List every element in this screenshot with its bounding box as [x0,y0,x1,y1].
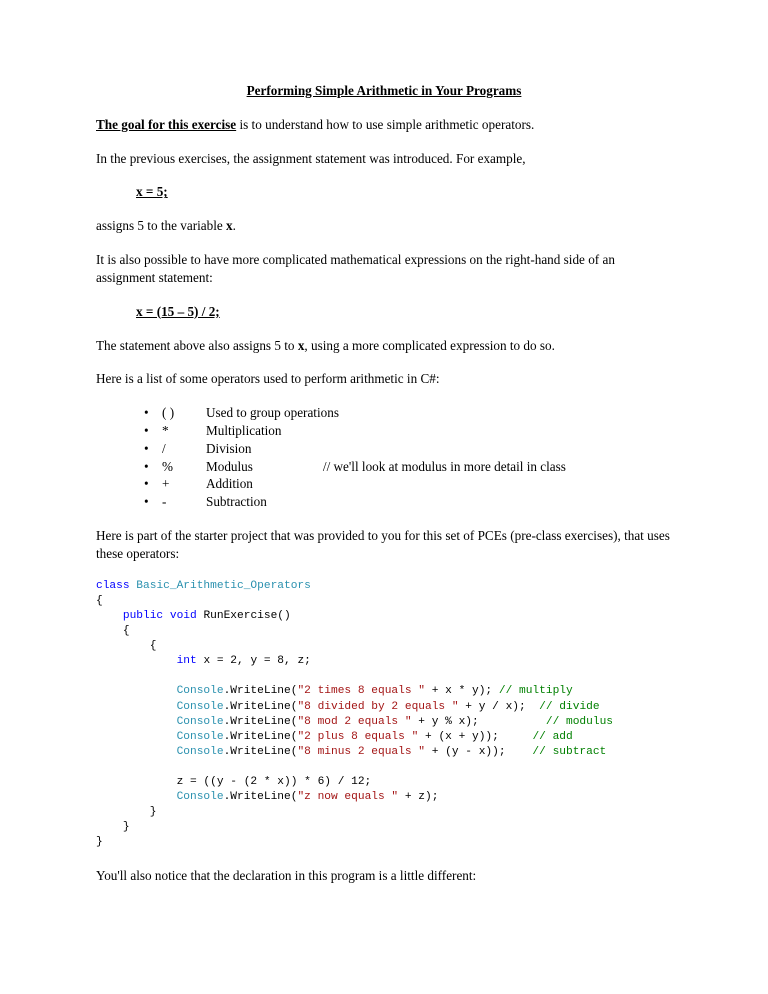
string: "2 times 8 equals " [297,685,425,697]
assigns-c: . [233,218,236,233]
comment: // multiply [499,685,573,697]
comment: // subtract [532,746,606,758]
goal-text: is to understand how to use simple arith… [236,117,534,132]
brace: { [150,640,157,652]
expr-tail: + (x + y)); [418,731,532,743]
comment: // add [532,731,572,743]
assigns-paragraph: assigns 5 to the variable x. [96,217,672,235]
bullet-icon: • [144,404,162,422]
bullet-icon: • [144,422,162,440]
page-title: Performing Simple Arithmetic in Your Pro… [96,82,672,100]
starter-intro: Here is part of the starter project that… [96,527,672,563]
op-desc: Modulus [206,458,253,476]
expr-intro-paragraph: It is also possible to have more complic… [96,251,672,287]
list-item: • / Division [144,440,672,458]
expr1: x = 5; [136,184,168,199]
brace: } [123,821,130,833]
op-desc: Multiplication [206,422,672,440]
code-block: class Basic_Arithmetic_Operators { publi… [96,579,672,851]
type-console: Console [177,685,224,697]
goal-label: The goal for this exercise [96,117,236,132]
kw-int: int [177,655,197,667]
list-item: • + Addition [144,475,672,493]
expr-tail: + z); [398,791,438,803]
expr-tail: + y % x); [412,716,546,728]
brace: } [96,836,103,848]
op-symbol: * [162,422,206,440]
assigns-var: x [226,218,233,233]
string: "8 mod 2 equals " [297,716,411,728]
expr-tail: + x * y); [425,685,499,697]
code-expr-2: x = (15 – 5) / 2; [96,303,672,321]
operators-intro: Here is a list of some operators used to… [96,370,672,388]
expr-explain-c: , using a more complicated expression to… [304,338,555,353]
string: "8 minus 2 equals " [297,746,425,758]
op-symbol: / [162,440,206,458]
kw-public: public [123,610,163,622]
wl: .WriteLine( [224,685,298,697]
brace: { [123,625,130,637]
decl: x = 2, y = 8, z; [197,655,311,667]
brace: { [96,595,103,607]
op-symbol: + [162,475,206,493]
code-expr-1: x = 5; [96,183,672,201]
op-desc: Subtraction [206,493,672,511]
expr2: x = (15 – 5) / 2; [136,304,220,319]
list-item: • - Subtraction [144,493,672,511]
method-name: RunExercise() [203,610,290,622]
bullet-icon: • [144,475,162,493]
bullet-icon: • [144,493,162,511]
op-symbol: - [162,493,206,511]
expr-explain-paragraph: The statement above also assigns 5 to x,… [96,337,672,355]
brace: } [150,806,157,818]
expr-tail: + (y - x)); [425,746,532,758]
intro-paragraph: In the previous exercises, the assignmen… [96,150,672,168]
bullet-icon: • [144,458,162,476]
wl: .WriteLine( [224,731,298,743]
op-desc: Addition [206,475,672,493]
string: "z now equals " [297,791,398,803]
expr-tail: + y / x); [459,701,540,713]
goal-paragraph: The goal for this exercise is to underst… [96,116,672,134]
closing-paragraph: You'll also notice that the declaration … [96,867,672,885]
z-assign: z = ((y - (2 * x)) * 6) / 12; [177,776,372,788]
string: "8 divided by 2 equals " [297,701,458,713]
class-name: Basic_Arithmetic_Operators [136,580,311,592]
op-desc: Division [206,440,672,458]
wl: .WriteLine( [224,791,298,803]
type-console: Console [177,701,224,713]
list-item: • % Modulus // we'll look at modulus in … [144,458,672,476]
type-console: Console [177,731,224,743]
assigns-a: assigns 5 to the variable [96,218,226,233]
type-console: Console [177,746,224,758]
wl: .WriteLine( [224,716,298,728]
op-symbol: % [162,458,206,476]
expr-explain-a: The statement above also assigns 5 to [96,338,298,353]
list-item: • * Multiplication [144,422,672,440]
comment: // divide [539,701,599,713]
op-desc: Used to group operations [206,404,672,422]
wl: .WriteLine( [224,701,298,713]
kw-class: class [96,580,130,592]
list-item: • ( ) Used to group operations [144,404,672,422]
page: Performing Simple Arithmetic in Your Pro… [0,0,768,884]
op-note: // we'll look at modulus in more detail … [253,458,566,476]
kw-void: void [170,610,197,622]
type-console: Console [177,791,224,803]
wl: .WriteLine( [224,746,298,758]
string: "2 plus 8 equals " [297,731,418,743]
type-console: Console [177,716,224,728]
op-symbol: ( ) [162,404,206,422]
operator-list: • ( ) Used to group operations • * Multi… [96,404,672,511]
bullet-icon: • [144,440,162,458]
comment: // modulus [546,716,613,728]
